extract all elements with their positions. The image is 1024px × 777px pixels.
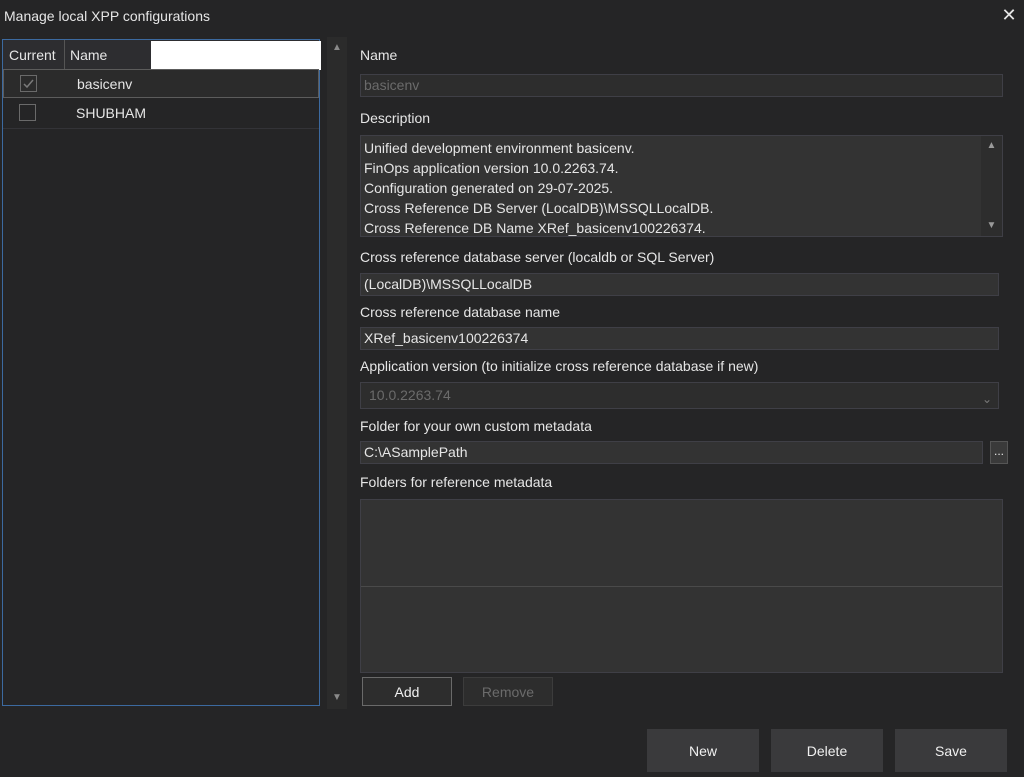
triangle-up-icon[interactable]: ▲ [327,39,347,57]
xref-name-field[interactable]: XRef_basicenv100226374 [360,327,999,350]
xref-server-label: Cross reference database server (localdb… [360,249,715,265]
triangle-up-icon[interactable]: ▲ [981,140,1002,151]
ref-folders-label: Folders for reference metadata [360,474,553,490]
configurations-list[interactable]: Current Name basicenv SHUBHAM [2,39,321,706]
app-version-value: 10.0.2263.74 [369,387,451,403]
row-name: SHUBHAM [76,105,147,121]
divider [361,586,1002,587]
xref-server-field[interactable]: (LocalDB)\MSSQLLocalDB [360,273,999,296]
list-scrollbar[interactable]: ▲ ▼ [327,37,347,709]
save-button[interactable]: Save [895,729,1007,772]
list-header: Current Name [3,40,321,70]
triangle-down-icon[interactable]: ▼ [981,220,1002,231]
app-version-select[interactable]: 10.0.2263.74 ⌄ [360,382,999,409]
custom-folder-field[interactable]: C:\ASamplePath [360,441,983,464]
description-line: FinOps application version 10.0.2263.74. [364,160,619,176]
app-version-label: Application version (to initialize cross… [360,358,759,374]
chevron-down-icon: ⌄ [981,392,992,406]
new-button[interactable]: New [647,729,759,772]
name-label: Name [360,47,398,63]
description-line: Configuration generated on 29-07-2025. [364,180,614,196]
column-header-current[interactable]: Current [9,47,56,63]
checkmark-icon [23,79,34,89]
column-header-name[interactable]: Name [70,47,107,63]
current-checkbox[interactable] [19,104,36,121]
browse-folder-button[interactable]: ... [990,441,1008,464]
custom-folder-label: Folder for your own custom metadata [360,418,592,434]
description-line: Cross Reference DB Server (LocalDB)\MSSQ… [364,200,714,216]
list-row-basicenv[interactable]: basicenv [3,69,319,98]
description-textarea[interactable]: Unified development environment basicenv… [360,135,1003,237]
add-folder-button[interactable]: Add [362,677,452,706]
description-scrollbar[interactable]: ▲ ▼ [981,136,1002,236]
row-name: basicenv [77,76,133,92]
close-icon[interactable]: ✕ [998,4,1020,26]
name-field[interactable]: basicenv [360,74,1003,97]
xref-name-label: Cross reference database name [360,304,560,320]
description-line: Unified development environment basicenv… [364,140,635,156]
delete-button[interactable]: Delete [771,729,883,772]
description-line: Cross Reference DB Name XRef_basicenv100… [364,220,706,236]
current-checkbox[interactable] [20,75,37,92]
remove-folder-button[interactable]: Remove [463,677,553,706]
list-row-shubham[interactable]: SHUBHAM [3,99,319,129]
window-title: Manage local XPP configurations [4,8,210,24]
name-filter-input[interactable] [151,41,321,70]
description-label: Description [360,110,431,126]
column-divider [64,40,65,69]
reference-folders-list[interactable] [360,499,1003,673]
triangle-down-icon[interactable]: ▼ [327,689,347,707]
